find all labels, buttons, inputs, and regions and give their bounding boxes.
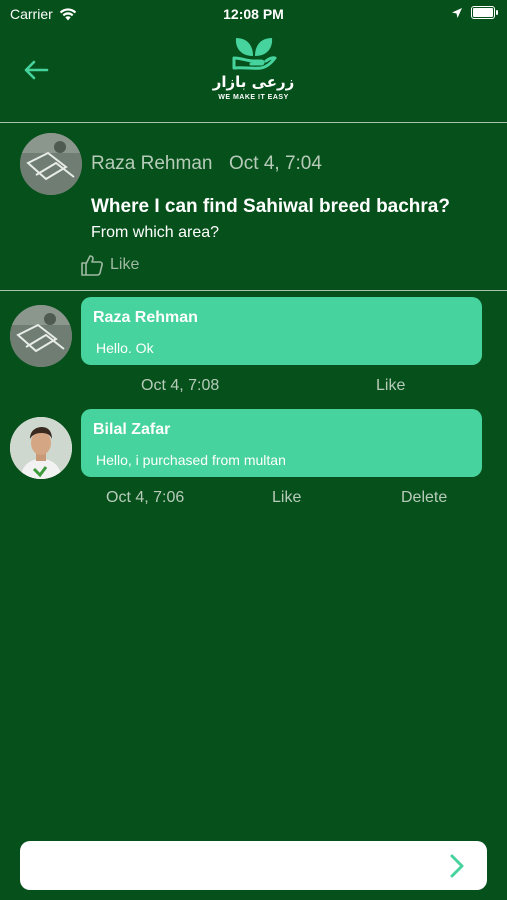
- chevron-right-icon: [450, 854, 464, 878]
- post-body: From which area?: [91, 224, 220, 241]
- comment-author-name[interactable]: Bilal Zafar: [93, 421, 170, 439]
- nav-header: زرعی بازار WE MAKE IT EASY: [0, 28, 507, 122]
- comment-author-avatar[interactable]: [10, 417, 72, 479]
- post-card: Raza Rehman Oct 4, 7:04 Where I can find…: [0, 123, 507, 290]
- reply-input[interactable]: [32, 851, 436, 881]
- post-like-button[interactable]: Like: [80, 254, 139, 276]
- back-arrow-icon: [24, 60, 49, 80]
- comment-text: Hello, i purchased from multan: [96, 452, 286, 468]
- thumbs-up-icon: [81, 255, 103, 276]
- app-logo: زرعی بازار WE MAKE IT EASY: [200, 36, 307, 112]
- post-like-label: Like: [110, 256, 140, 273]
- status-right: [451, 6, 498, 19]
- comment-author-name[interactable]: Raza Rehman: [93, 309, 198, 327]
- comment-delete-button[interactable]: Delete: [401, 489, 447, 507]
- status-bar: Carrier 12:08 PM: [0, 0, 507, 28]
- status-time: 12:08 PM: [223, 6, 284, 22]
- comment-item: Bilal Zafar Hello, i purchased from mult…: [0, 409, 507, 509]
- post-author-avatar[interactable]: [20, 133, 82, 195]
- back-button[interactable]: [20, 56, 52, 84]
- logo-tagline: WE MAKE IT EASY: [218, 94, 289, 101]
- battery-icon: [471, 6, 498, 19]
- comment-like-button[interactable]: Like: [376, 377, 405, 395]
- post-author-name[interactable]: Raza Rehman: [91, 153, 212, 175]
- comment-like-button[interactable]: Like: [272, 489, 301, 507]
- comment-text: Hello. Ok: [96, 340, 154, 356]
- post-divider: [0, 290, 507, 291]
- comment-bubble: Raza Rehman Hello. Ok: [81, 297, 482, 365]
- post-date: Oct 4, 7:04: [229, 153, 322, 174]
- comment-item: Raza Rehman Hello. Ok Oct 4, 7:08 Like: [0, 297, 507, 397]
- comment-author-avatar[interactable]: [10, 305, 72, 367]
- send-button[interactable]: [445, 853, 469, 879]
- comment-date: Oct 4, 7:08: [141, 377, 220, 394]
- avatar-image: [10, 417, 72, 479]
- comment-bubble: Bilal Zafar Hello, i purchased from mult…: [81, 409, 482, 477]
- avatar-image: [10, 305, 72, 367]
- post-title: Where I can find Sahiwal breed bachra?: [91, 196, 450, 217]
- avatar-image: [20, 133, 82, 195]
- comment-date: Oct 4, 7:06: [106, 489, 185, 506]
- location-arrow-icon: [452, 7, 462, 18]
- logo-urdu-text: زرعی بازار: [212, 73, 295, 91]
- reply-bar: [20, 841, 487, 890]
- leaves-hand-logo: [232, 38, 276, 70]
